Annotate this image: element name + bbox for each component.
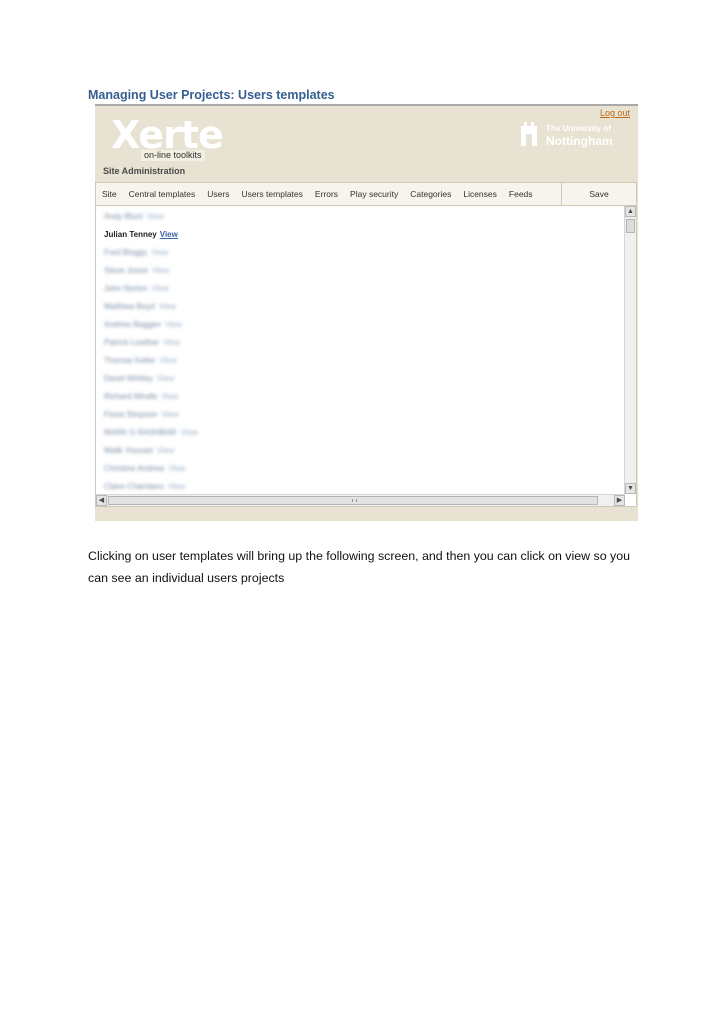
view-link[interactable]: View [165,320,182,329]
user-name: John Norton [104,284,148,293]
scroll-down-icon[interactable]: ▼ [625,483,636,494]
view-link[interactable]: View [161,392,178,401]
tab-errors[interactable]: Errors [309,183,344,205]
user-name: Christine Andrew [104,464,165,473]
tab-central-templates[interactable]: Central templates [123,183,202,205]
user-name: Steve Jones [104,266,149,275]
user-row: Richard Mindle View [104,392,198,410]
user-row: Andrew Baggen View [104,320,198,338]
user-name: Claire Chambers [104,482,165,491]
tab-site[interactable]: Site [96,183,123,205]
user-row: Fred Bloggs View [104,248,198,266]
view-link[interactable]: View [160,230,178,239]
scroll-right-icon[interactable]: ▶ [614,495,625,506]
xerte-admin-screenshot: Log out Xerte on-line toolkits The Unive… [95,104,638,521]
user-name: Andrew Baggen [104,320,161,329]
user-name: Fred Bloggs [104,248,148,257]
view-link[interactable]: View [157,374,174,383]
user-name: Julian Tenney [104,230,157,239]
tab-users-templates[interactable]: Users templates [235,183,308,205]
horizontal-scrollbar[interactable]: ◀ ▶ [96,494,625,506]
university-crest-icon [521,122,537,146]
save-button[interactable]: Save [561,183,636,205]
user-row: MARK G RASHBAR View [104,428,198,446]
user-name: MARK G RASHBAR [104,428,177,437]
user-row: Julian Tenney View [104,230,198,248]
admin-tab-bar: Site Central templates Users Users templ… [95,182,637,206]
view-link[interactable]: View [147,212,164,221]
xerte-logo-text: Xerte [111,113,224,157]
view-link[interactable]: View [160,356,177,365]
user-name: Thomas Keller [104,356,156,365]
tab-play-security[interactable]: Play security [344,183,404,205]
user-row: David Whitley View [104,374,198,392]
admin-title: Site Administration [103,166,186,176]
tab-categories[interactable]: Categories [404,183,457,205]
university-line1: The University of [546,124,611,133]
user-name: Patrick Lowther [104,338,160,347]
xerte-logo: Xerte on-line toolkits [111,113,231,161]
user-row: Andy Blunt View [104,212,198,230]
view-link[interactable]: View [157,446,174,455]
view-link[interactable]: View [152,284,169,293]
user-row: Thomas Keller View [104,356,198,374]
section-heading: Managing User Projects: Users templates [88,88,335,102]
horizontal-scroll-thumb[interactable] [108,496,598,505]
user-row: Christine Andrew View [104,464,198,482]
user-row: Fiona Simpson View [104,410,198,428]
user-name: Matthew Boyd [104,302,155,311]
user-row: Matthew Boyd View [104,302,198,320]
scroll-up-icon[interactable]: ▲ [625,206,636,217]
user-name: Fiona Simpson [104,410,158,419]
logout-link[interactable]: Log out [600,108,630,118]
view-link[interactable]: View [151,248,168,257]
instruction-paragraph: Clicking on user templates will bring up… [88,549,631,585]
user-name: David Whitley [104,374,153,383]
vertical-scrollbar[interactable]: ▲ ▼ [624,206,636,494]
vertical-scroll-thumb[interactable] [626,219,635,233]
view-link[interactable]: View [168,482,185,491]
user-row: Patrick Lowther View [104,338,198,356]
tab-licenses[interactable]: Licenses [457,183,503,205]
user-row: John Norton View [104,284,198,302]
view-link[interactable]: View [180,428,197,437]
scroll-left-icon[interactable]: ◀ [96,495,107,506]
view-link[interactable]: View [152,266,169,275]
user-name: Andy Blunt [104,212,143,221]
view-link[interactable]: View [161,410,178,419]
admin-title-bar: Site Administration [95,164,638,180]
user-row: Malik Yousset View [104,446,198,464]
user-name: Malik Yousset [104,446,153,455]
user-list: Andy Blunt View Julian Tenney View Fred Blog… [104,212,198,500]
tab-users[interactable]: Users [201,183,235,205]
user-row: Steve Jones View [104,266,198,284]
university-line2: Nottingham [546,134,613,148]
view-link[interactable]: View [163,338,180,347]
users-list-panel: Andy Blunt View Julian Tenney View Fred Blog… [95,205,637,507]
xerte-logo-subtitle: on-line toolkits [141,150,205,161]
tab-feeds[interactable]: Feeds [503,183,539,205]
view-link[interactable]: View [159,302,176,311]
user-name: Richard Mindle [104,392,158,401]
university-logo: The University of Nottingham [518,122,628,152]
view-link[interactable]: View [168,464,185,473]
